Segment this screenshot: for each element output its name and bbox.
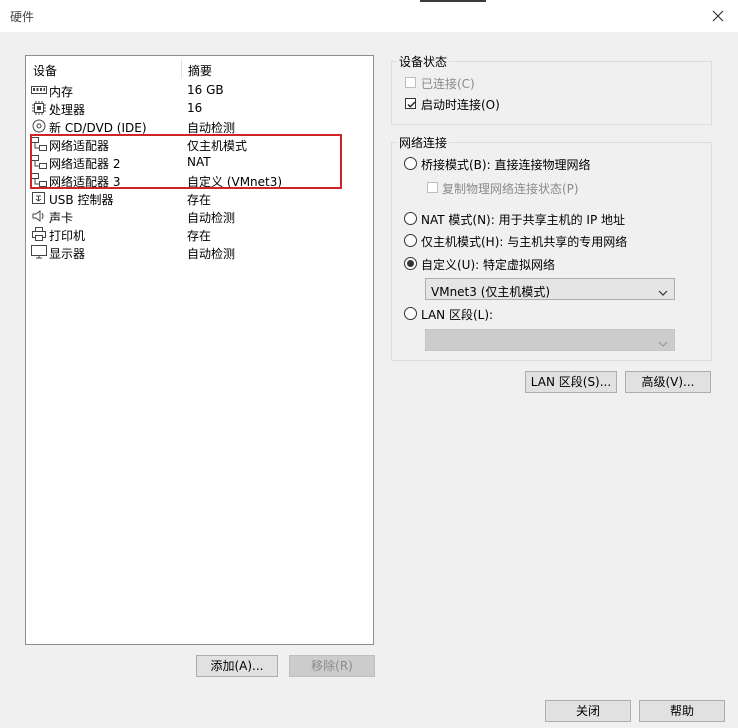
device-name: 网络适配器 2 — [49, 157, 121, 171]
device-row-sound-card[interactable]: 声卡 自动检测 — [28, 207, 371, 225]
device-row-display[interactable]: 显示器 自动检测 — [28, 243, 371, 261]
column-divider[interactable] — [181, 59, 182, 78]
device-name: 新 CD/DVD (IDE) — [49, 121, 147, 135]
close-button[interactable]: 关闭 — [545, 700, 631, 722]
add-device-button[interactable]: 添加(A)... — [196, 655, 278, 677]
column-header-summary[interactable]: 摘要 — [188, 62, 212, 79]
chevron-down-icon — [658, 337, 668, 347]
processor-icon — [31, 101, 47, 115]
device-list[interactable]: 设备 摘要 内存 16 GB 处理器 16 新 CD/DVD (IDE) 自动检… — [25, 55, 374, 645]
remove-device-button[interactable]: 移除(R) — [289, 655, 375, 677]
device-name: 网络适配器 — [49, 139, 110, 153]
device-status-label: 设备状态 — [397, 53, 450, 70]
display-icon — [31, 245, 47, 259]
bridged-radio[interactable] — [404, 157, 417, 170]
cd-dvd-icon — [31, 119, 47, 133]
device-summary: 自动检测 — [187, 121, 236, 135]
device-summary: 16 — [187, 101, 203, 115]
device-summary: 自动检测 — [187, 247, 236, 261]
close-icon[interactable] — [706, 4, 730, 28]
custom-radio[interactable] — [404, 257, 417, 270]
lan-segment-select[interactable] — [425, 329, 675, 351]
check-icon — [407, 101, 416, 108]
nat-radio[interactable] — [404, 212, 417, 225]
connected-label: 已连接(C) — [421, 77, 475, 91]
device-summary: 16 GB — [187, 83, 224, 97]
connect-at-power-on-label: 启动时连接(O) — [421, 98, 500, 112]
host-only-radio[interactable] — [404, 234, 417, 247]
nat-label: NAT 模式(N): 用于共享主机的 IP 地址 — [421, 213, 626, 227]
title-bar: 硬件 — [0, 0, 738, 32]
device-summary: 自动检测 — [187, 211, 236, 225]
printer-icon — [31, 227, 47, 241]
device-summary: NAT — [187, 155, 211, 169]
custom-label: 自定义(U): 特定虚拟网络 — [421, 258, 556, 272]
replicate-state-label: 复制物理网络连接状态(P) — [442, 182, 579, 196]
device-row-memory[interactable]: 内存 16 GB — [28, 81, 371, 99]
chevron-down-icon — [658, 286, 668, 296]
advanced-button[interactable]: 高级(V)... — [625, 371, 711, 393]
device-row-cd-dvd[interactable]: 新 CD/DVD (IDE) 自动检测 — [28, 117, 371, 135]
device-summary: 仅主机模式 — [187, 139, 248, 153]
network-adapter-icon — [31, 137, 47, 151]
help-button[interactable]: 帮助 — [639, 700, 725, 722]
column-header-device[interactable]: 设备 — [33, 62, 57, 79]
host-only-label: 仅主机模式(H): 与主机共享的专用网络 — [421, 235, 628, 249]
usb-icon — [31, 191, 47, 205]
radio-selected-dot — [407, 260, 414, 267]
device-row-printer[interactable]: 打印机 存在 — [28, 225, 371, 243]
device-name: 打印机 — [49, 229, 86, 243]
device-status-group — [391, 61, 712, 125]
device-name: 网络适配器 3 — [49, 175, 121, 189]
device-summary: 存在 — [187, 193, 212, 207]
device-summary: 存在 — [187, 229, 212, 243]
replicate-state-checkbox[interactable] — [427, 182, 438, 193]
speaker-icon — [31, 209, 47, 223]
memory-icon — [31, 83, 47, 97]
network-connection-label: 网络连接 — [397, 134, 450, 151]
device-name: 内存 — [49, 85, 74, 99]
lan-segments-button[interactable]: LAN 区段(S)... — [525, 371, 617, 393]
network-adapter-icon — [31, 173, 47, 187]
bridged-label: 桥接模式(B): 直接连接物理网络 — [421, 158, 591, 172]
window-title: 硬件 — [10, 10, 35, 24]
network-adapter-icon — [31, 155, 47, 169]
device-row-processor[interactable]: 处理器 16 — [28, 99, 371, 117]
device-row-network-adapter-3[interactable]: 网络适配器 3 自定义 (VMnet3) — [28, 171, 371, 189]
lan-segment-radio[interactable] — [404, 307, 417, 320]
custom-network-select[interactable]: VMnet3 (仅主机模式) — [425, 278, 675, 300]
device-row-network-adapter-2[interactable]: 网络适配器 2 NAT — [28, 153, 371, 171]
device-name: 显示器 — [49, 247, 86, 261]
connected-checkbox[interactable] — [405, 77, 416, 88]
device-name: 处理器 — [49, 103, 86, 117]
custom-network-value: VMnet3 (仅主机模式) — [431, 285, 551, 299]
device-name: 声卡 — [49, 211, 74, 225]
device-row-network-adapter[interactable]: 网络适配器 仅主机模式 — [28, 135, 371, 153]
title-accent — [420, 0, 486, 2]
device-summary: 自定义 (VMnet3) — [187, 175, 283, 189]
device-name: USB 控制器 — [49, 193, 114, 207]
lan-segment-label: LAN 区段(L): — [421, 308, 494, 322]
connect-at-power-on-checkbox[interactable] — [405, 98, 416, 109]
device-row-usb-controller[interactable]: USB 控制器 存在 — [28, 189, 371, 207]
